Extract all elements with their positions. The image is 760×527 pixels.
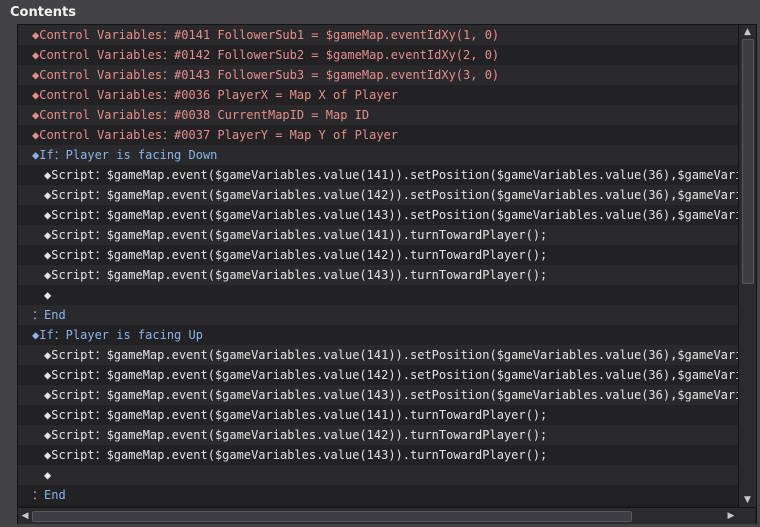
command-row[interactable]: ◆Script：$gameMap.event($gameVariables.va… <box>18 225 738 245</box>
command-text: ◆Control Variables：#0141 FollowerSub1 = … <box>32 28 500 42</box>
command-row[interactable]: ：End <box>18 305 738 325</box>
command-text: ◆Script：$gameMap.event($gameVariables.va… <box>44 368 738 382</box>
command-text: ◆If：Player is facing Up <box>32 328 203 342</box>
command-text: ◆Control Variables：#0037 PlayerY = Map Y… <box>32 128 399 142</box>
scroll-right-arrow-icon[interactable]: ▶ <box>724 508 738 524</box>
command-row[interactable]: ◆Control Variables：#0142 FollowerSub2 = … <box>18 45 738 65</box>
command-row[interactable]: ◆Control Variables：#0036 PlayerX = Map X… <box>18 85 738 105</box>
command-text: ◆Script：$gameMap.event($gameVariables.va… <box>44 168 738 182</box>
command-row[interactable]: ◆If：Player is facing Up <box>18 325 738 345</box>
command-row[interactable]: ：End <box>18 485 738 505</box>
command-row[interactable]: ◆If：Player is facing Down <box>18 145 738 165</box>
command-row[interactable]: ◆Script：$gameMap.event($gameVariables.va… <box>18 385 738 405</box>
command-text: ◆Control Variables：#0038 CurrentMapID = … <box>32 108 370 122</box>
command-row[interactable]: ◆Script：$gameMap.event($gameVariables.va… <box>18 185 738 205</box>
command-text: ◆Script：$gameMap.event($gameVariables.va… <box>44 208 738 222</box>
command-row[interactable]: ◆Script：$gameMap.event($gameVariables.va… <box>18 365 738 385</box>
scroll-down-arrow-icon[interactable]: ▼ <box>739 493 756 507</box>
command-text: ◆Script：$gameMap.event($gameVariables.va… <box>44 428 548 442</box>
command-row[interactable]: ◆Control Variables：#0038 CurrentMapID = … <box>18 105 738 125</box>
horizontal-scroll-thumb[interactable] <box>32 511 632 522</box>
command-row[interactable]: ◆Script：$gameMap.event($gameVariables.va… <box>18 425 738 445</box>
command-text: ◆ <box>44 288 52 302</box>
vertical-scrollbar[interactable]: ▲ ▼ <box>738 25 756 507</box>
command-text: ◆Control Variables：#0036 PlayerX = Map X… <box>32 88 399 102</box>
command-text: ◆Script：$gameMap.event($gameVariables.va… <box>44 188 738 202</box>
contents-panel: Contents ◆Control Variables：#0141 Follow… <box>0 0 760 527</box>
command-row[interactable]: ◆Control Variables：#0141 FollowerSub1 = … <box>18 25 738 45</box>
horizontal-scrollbar[interactable]: ◀ ▶ <box>18 507 755 524</box>
command-row[interactable]: ◆Script：$gameMap.event($gameVariables.va… <box>18 445 738 465</box>
scroll-up-arrow-icon[interactable]: ▲ <box>739 25 756 39</box>
command-text: ◆Script：$gameMap.event($gameVariables.va… <box>44 248 548 262</box>
command-row[interactable]: ◆ <box>18 465 738 485</box>
command-row[interactable]: ◆Script：$gameMap.event($gameVariables.va… <box>18 345 738 365</box>
command-text: ◆Control Variables：#0142 FollowerSub2 = … <box>32 48 500 62</box>
command-text: ：End <box>32 488 66 502</box>
command-text: ：End <box>32 308 66 322</box>
command-row[interactable]: ◆ <box>18 285 738 305</box>
scroll-left-arrow-icon[interactable]: ◀ <box>18 508 32 524</box>
command-row[interactable]: ◆Script：$gameMap.event($gameVariables.va… <box>18 265 738 285</box>
command-text: ◆Script：$gameMap.event($gameVariables.va… <box>44 268 548 282</box>
command-text: ◆If：Player is facing Down <box>32 148 218 162</box>
command-text: ◆Script：$gameMap.event($gameVariables.va… <box>44 408 548 422</box>
command-row[interactable]: ◆Script：$gameMap.event($gameVariables.va… <box>18 245 738 265</box>
command-row[interactable]: ◆Control Variables：#0037 PlayerY = Map Y… <box>18 125 738 145</box>
command-text: ◆ <box>44 468 52 482</box>
command-row[interactable]: ◆Control Variables：#0143 FollowerSub3 = … <box>18 65 738 85</box>
command-text: ◆Control Variables：#0143 FollowerSub3 = … <box>32 68 500 82</box>
command-row[interactable]: ◆Script：$gameMap.event($gameVariables.va… <box>18 165 738 185</box>
command-text: ◆Script：$gameMap.event($gameVariables.va… <box>44 388 738 402</box>
command-row[interactable]: ◆Script：$gameMap.event($gameVariables.va… <box>18 405 738 425</box>
command-text: ◆Script：$gameMap.event($gameVariables.va… <box>44 228 548 242</box>
command-text: ◆Script：$gameMap.event($gameVariables.va… <box>44 448 548 462</box>
vertical-scroll-thumb[interactable] <box>742 39 754 284</box>
command-text: ◆Script：$gameMap.event($gameVariables.va… <box>44 348 738 362</box>
command-row[interactable]: ◆Script：$gameMap.event($gameVariables.va… <box>18 205 738 225</box>
panel-title: Contents <box>10 5 76 20</box>
event-command-list[interactable]: ◆Control Variables：#0141 FollowerSub1 = … <box>17 24 757 524</box>
command-list-viewport[interactable]: ◆Control Variables：#0141 FollowerSub1 = … <box>18 25 738 507</box>
